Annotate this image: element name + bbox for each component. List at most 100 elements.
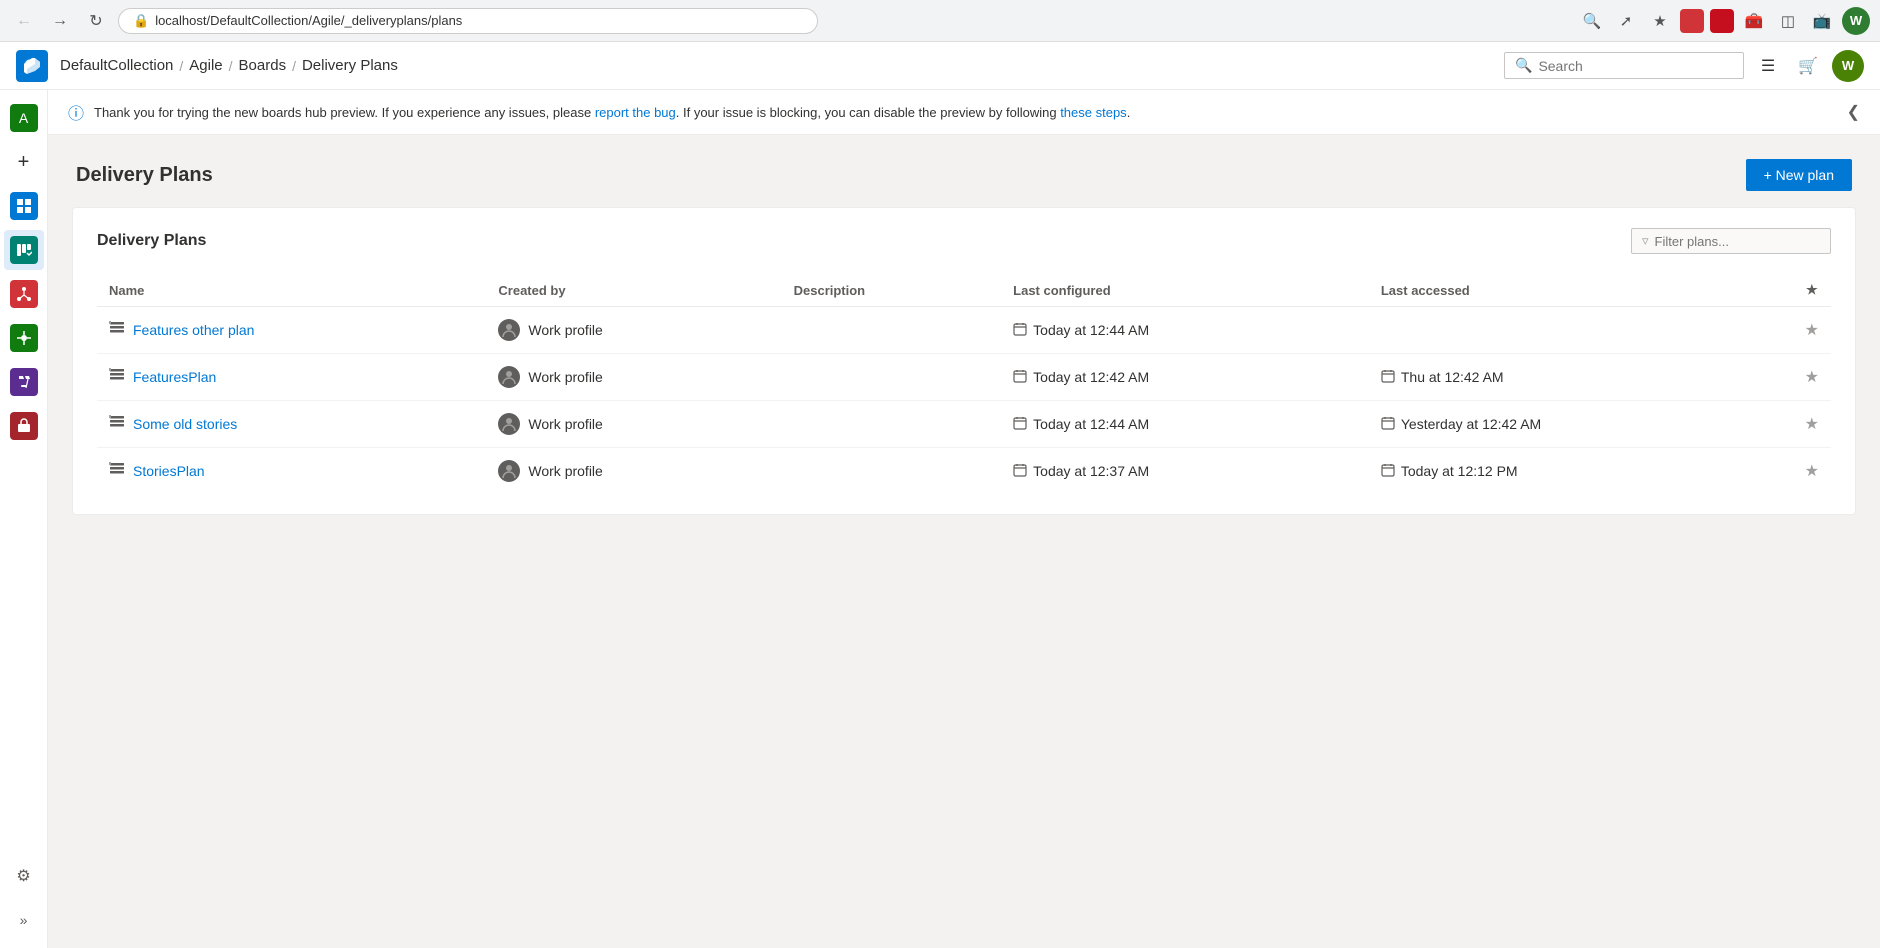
plan-desc-cell-2 — [782, 401, 1002, 448]
plan-name-link-1[interactable]: FeaturesPlan — [109, 368, 474, 386]
plan-name-text-0[interactable]: Features other plan — [133, 322, 254, 338]
last-access-text-2: Yesterday at 12:42 AM — [1401, 416, 1541, 432]
ext1-button[interactable] — [1680, 9, 1704, 33]
address-bar[interactable]: 🔒 localhost/DefaultCollection/Agile/_del… — [118, 8, 818, 34]
sidebar-item-add[interactable]: + — [4, 142, 44, 182]
plan-name-link-2[interactable]: Some old stories — [109, 415, 474, 433]
sidebar-item-repos[interactable] — [4, 274, 44, 314]
calendar-icon-conf-3 — [1013, 463, 1027, 480]
col-name: Name — [97, 274, 486, 307]
plan-name-link-0[interactable]: Features other plan — [109, 321, 474, 339]
plan-accessed-cell-3: Today at 12:12 PM — [1369, 448, 1793, 495]
search-input[interactable] — [1538, 58, 1733, 74]
sidebar-settings-button[interactable]: ⚙ — [4, 856, 44, 896]
page-header: Delivery Plans + New plan — [48, 135, 1880, 207]
plan-creator-cell-1: Work profile — [486, 354, 781, 401]
sidebar-item-overview[interactable] — [4, 186, 44, 226]
banner-close-button[interactable]: ❮ — [1847, 102, 1860, 122]
last-access-text-1: Thu at 12:42 AM — [1401, 369, 1504, 385]
search-icon: 🔍 — [1515, 57, 1532, 74]
star-button-1[interactable]: ★ — [1805, 367, 1819, 387]
project-icon: A — [10, 104, 38, 132]
share-button[interactable]: ➚ — [1612, 7, 1640, 35]
breadcrumb-boards[interactable]: Boards — [239, 57, 287, 74]
tablet-button[interactable]: 📺 — [1808, 7, 1836, 35]
forward-button[interactable]: → — [46, 7, 74, 35]
breadcrumb-agile[interactable]: Agile — [189, 57, 222, 74]
plan-name-link-3[interactable]: StoriesPlan — [109, 462, 474, 480]
search-box[interactable]: 🔍 — [1504, 52, 1744, 79]
plan-configured-cell-2: Today at 12:44 AM — [1001, 401, 1369, 448]
split-button[interactable]: ◫ — [1774, 7, 1802, 35]
boards-icon — [10, 236, 38, 264]
browser-profile[interactable]: W — [1842, 7, 1870, 35]
user-avatar-0 — [498, 319, 520, 341]
breadcrumb-sep-2: / — [229, 58, 233, 74]
plan-desc-cell-0 — [782, 307, 1002, 354]
search-browser-button[interactable]: 🔍 — [1578, 7, 1606, 35]
azure-devops-logo[interactable] — [16, 50, 48, 82]
created-by-3: Work profile — [498, 460, 769, 482]
user-avatar-3 — [498, 460, 520, 482]
last-conf-text-3: Today at 12:37 AM — [1033, 463, 1149, 479]
ext2-button[interactable] — [1710, 9, 1734, 33]
page-title: Delivery Plans — [76, 164, 213, 187]
app-profile[interactable]: W — [1832, 50, 1864, 82]
plans-card-title: Delivery Plans — [97, 232, 206, 250]
breadcrumb-sep-3: / — [292, 58, 296, 74]
notifications-button[interactable]: ☰ — [1752, 50, 1784, 82]
star-button-2[interactable]: ★ — [1805, 414, 1819, 434]
banner-message1: Thank you for trying the new boards hub … — [94, 105, 595, 120]
plan-accessed-cell-1: Thu at 12:42 AM — [1369, 354, 1793, 401]
plan-name-text-1[interactable]: FeaturesPlan — [133, 369, 216, 385]
plan-name-text-3[interactable]: StoriesPlan — [133, 463, 205, 479]
plan-icon-2 — [109, 415, 125, 433]
top-nav-right: 🔍 ☰ 🛒 W — [1504, 50, 1864, 82]
plans-card: Delivery Plans ▿ Name Created by Descrip… — [72, 207, 1856, 515]
expand-icon: » — [20, 912, 28, 928]
repos-icon — [10, 280, 38, 308]
sidebar-item-artifacts[interactable] — [4, 406, 44, 446]
filter-input[interactable] — [1655, 234, 1820, 249]
artifacts-icon — [10, 412, 38, 440]
extensions-button[interactable]: 🧰 — [1740, 7, 1768, 35]
calendar-icon-acc-1 — [1381, 369, 1395, 386]
plan-configured-cell-1: Today at 12:42 AM — [1001, 354, 1369, 401]
sidebar-expand-button[interactable]: » — [4, 900, 44, 940]
star-button-3[interactable]: ★ — [1805, 461, 1819, 481]
new-plan-button[interactable]: + New plan — [1746, 159, 1852, 191]
table-row: Some old stories Work profile — [97, 401, 1831, 448]
overview-icon — [10, 192, 38, 220]
breadcrumb-defaultcollection[interactable]: DefaultCollection — [60, 57, 173, 74]
plans-table-body: Features other plan Work profile — [97, 307, 1831, 495]
breadcrumb-deliveryplans[interactable]: Delivery Plans — [302, 57, 398, 74]
add-icon: + — [18, 151, 30, 174]
shopping-bag-button[interactable]: 🛒 — [1792, 50, 1824, 82]
plans-table: Name Created by Description Last configu… — [97, 274, 1831, 494]
bookmark-button[interactable]: ★ — [1646, 7, 1674, 35]
main-area: A + — [0, 90, 1880, 948]
refresh-button[interactable]: ↻ — [82, 7, 110, 35]
plan-name-cell-1: FeaturesPlan — [97, 354, 486, 401]
plan-name-cell-0: Features other plan — [97, 307, 486, 354]
plan-icon-1 — [109, 368, 125, 386]
report-bug-link[interactable]: report the bug — [595, 105, 676, 120]
col-star: ★ — [1793, 274, 1831, 307]
plan-name-text-2[interactable]: Some old stories — [133, 416, 237, 432]
last-configured-3: Today at 12:37 AM — [1013, 463, 1357, 480]
last-conf-text-0: Today at 12:44 AM — [1033, 322, 1149, 338]
these-steps-link[interactable]: these steps — [1060, 105, 1127, 120]
back-button[interactable]: ← — [10, 7, 38, 35]
filter-input-wrap[interactable]: ▿ — [1631, 228, 1831, 254]
testplans-icon — [10, 368, 38, 396]
sidebar-item-pipelines[interactable] — [4, 318, 44, 358]
breadcrumb: DefaultCollection / Agile / Boards / Del… — [60, 57, 398, 74]
sidebar-item-project[interactable]: A — [4, 98, 44, 138]
star-button-0[interactable]: ★ — [1805, 320, 1819, 340]
app-container: DefaultCollection / Agile / Boards / Del… — [0, 42, 1880, 948]
sidebar-item-boards[interactable] — [4, 230, 44, 270]
sidebar-item-testplans[interactable] — [4, 362, 44, 402]
last-accessed-2: Yesterday at 12:42 AM — [1381, 416, 1781, 433]
creator-name-2: Work profile — [528, 416, 602, 432]
creator-name-0: Work profile — [528, 322, 602, 338]
